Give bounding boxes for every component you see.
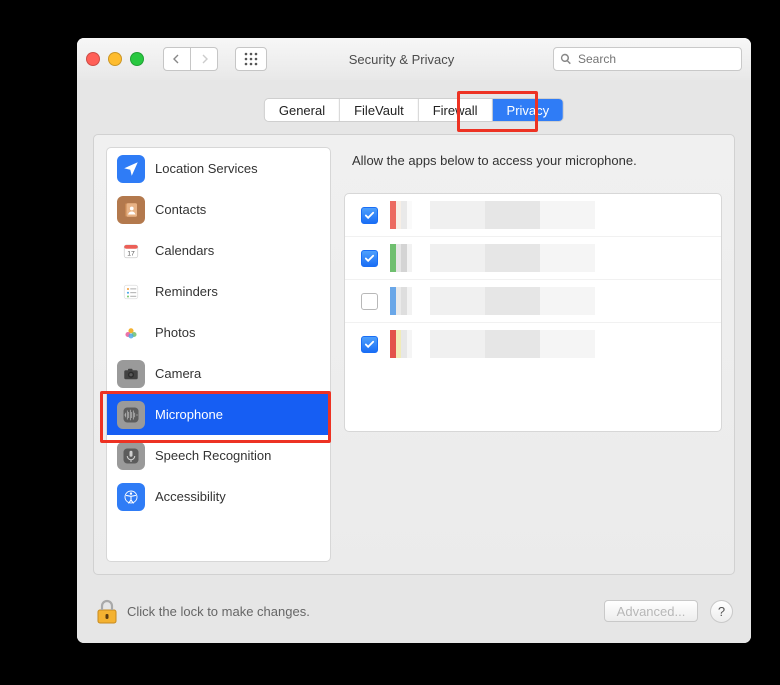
microphone-detail-pane: Allow the apps below to access your micr…	[344, 147, 722, 562]
search-input[interactable]	[576, 51, 735, 67]
advanced-button[interactable]: Advanced...	[604, 600, 698, 622]
sidebar-item-label: Contacts	[155, 202, 206, 217]
content-area: GeneralFileVaultFirewallPrivacy Location…	[77, 80, 751, 643]
sidebar-item-calendars[interactable]: 17 Calendars	[107, 230, 330, 271]
microphone-icon	[117, 401, 145, 429]
preferences-window: Security & Privacy GeneralFileVaultFirew…	[77, 38, 751, 643]
app-row	[345, 280, 721, 323]
tab-firewall[interactable]: Firewall	[419, 99, 493, 121]
minimize-window-button[interactable]	[108, 52, 122, 66]
show-all-button[interactable]	[235, 47, 267, 71]
app-icon	[390, 244, 418, 272]
allow-checkbox[interactable]	[361, 293, 378, 310]
tab-filevault[interactable]: FileVault	[340, 99, 419, 121]
speech-recognition-icon	[117, 442, 145, 470]
app-row	[345, 323, 721, 365]
sidebar-item-label: Microphone	[155, 407, 223, 422]
sidebar-item-camera[interactable]: Camera	[107, 353, 330, 394]
allow-checkbox[interactable]	[361, 207, 378, 224]
sidebar-item-microphone[interactable]: Microphone	[107, 394, 330, 435]
lock-text: Click the lock to make changes.	[127, 604, 310, 619]
search-icon	[560, 53, 572, 65]
sidebar-item-label: Reminders	[155, 284, 218, 299]
allow-checkbox[interactable]	[361, 250, 378, 267]
app-icon	[390, 330, 418, 358]
zoom-window-button[interactable]	[130, 52, 144, 66]
window-controls	[86, 52, 144, 66]
app-name-redacted	[430, 330, 705, 358]
sidebar-item-reminders[interactable]: Reminders	[107, 271, 330, 312]
photos-icon	[117, 319, 145, 347]
nav-buttons	[163, 47, 218, 71]
sidebar-item-label: Speech Recognition	[155, 448, 271, 463]
privacy-panel: Location Services Contacts 17 Calendars Remi…	[93, 134, 735, 575]
sidebar-item-speech-recognition[interactable]: Speech Recognition	[107, 435, 330, 476]
pane-heading: Allow the apps below to access your micr…	[344, 147, 722, 168]
tab-privacy[interactable]: Privacy	[493, 99, 564, 121]
forward-button[interactable]	[191, 47, 218, 71]
accessibility-icon	[117, 483, 145, 511]
search-field-wrap[interactable]	[553, 47, 742, 71]
back-button[interactable]	[163, 47, 191, 71]
close-window-button[interactable]	[86, 52, 100, 66]
microphone-app-list	[344, 193, 722, 432]
sidebar-item-accessibility[interactable]: Accessibility	[107, 476, 330, 517]
location-services-icon	[117, 155, 145, 183]
app-row	[345, 237, 721, 280]
app-icon	[390, 201, 418, 229]
footer: Click the lock to make changes. Advanced…	[95, 593, 733, 629]
allow-checkbox[interactable]	[361, 336, 378, 353]
sidebar-item-label: Location Services	[155, 161, 258, 176]
sidebar-item-label: Accessibility	[155, 489, 226, 504]
app-icon	[390, 287, 418, 315]
app-row	[345, 194, 721, 237]
app-name-redacted	[430, 244, 705, 272]
sidebar-item-label: Photos	[155, 325, 195, 340]
help-button[interactable]: ?	[710, 600, 733, 623]
calendar-icon: 17	[117, 237, 145, 265]
app-name-redacted	[430, 201, 705, 229]
svg-text:17: 17	[127, 250, 135, 257]
tab-bar: GeneralFileVaultFirewallPrivacy	[264, 98, 564, 122]
sidebar-item-photos[interactable]: Photos	[107, 312, 330, 353]
sidebar-item-location-services[interactable]: Location Services	[107, 148, 330, 189]
sidebar-item-contacts[interactable]: Contacts	[107, 189, 330, 230]
sidebar-item-label: Camera	[155, 366, 201, 381]
sidebar-item-label: Calendars	[155, 243, 214, 258]
privacy-category-sidebar: Location Services Contacts 17 Calendars Remi…	[106, 147, 331, 562]
reminders-icon	[117, 278, 145, 306]
lock-icon[interactable]	[95, 597, 119, 625]
titlebar: Security & Privacy	[77, 38, 751, 81]
camera-icon	[117, 360, 145, 388]
tab-general[interactable]: General	[265, 99, 340, 121]
app-name-redacted	[430, 287, 705, 315]
contacts-icon	[117, 196, 145, 224]
window-title: Security & Privacy	[276, 52, 527, 67]
